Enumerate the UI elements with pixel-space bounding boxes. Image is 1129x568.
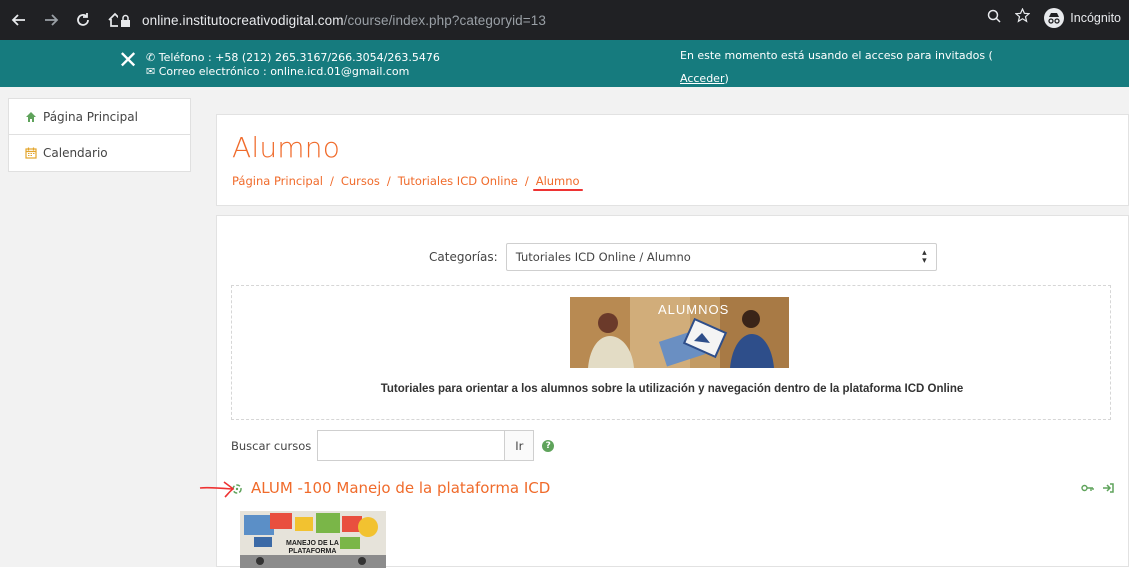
star-icon[interactable] bbox=[1014, 7, 1031, 28]
phone-icon: ✆ bbox=[146, 51, 159, 64]
search-go-button[interactable]: Ir bbox=[505, 430, 535, 461]
url-text: online.institutocreativodigital.com/cour… bbox=[142, 13, 546, 28]
help-icon[interactable]: ? bbox=[542, 439, 555, 452]
close-icon[interactable]: ✕ bbox=[118, 49, 138, 73]
zoom-icon[interactable] bbox=[987, 9, 1001, 28]
category-selected-value: Tutoriales ICD Online / Alumno bbox=[515, 250, 691, 264]
login-link[interactable]: Acceder bbox=[680, 72, 724, 85]
lock-icon bbox=[118, 14, 132, 28]
course-image[interactable]: MANEJO DE LA PLATAFORMA bbox=[240, 511, 386, 568]
reload-icon[interactable] bbox=[70, 7, 96, 33]
description-text: Tutoriales para orientar a los alumnos s… bbox=[380, 383, 964, 395]
course-list-item: ALUM -100 Manejo de la plataforma ICD bbox=[231, 479, 550, 497]
phone-text: Teléfono : +58 (212) 265.3167/266.3054/2… bbox=[158, 51, 440, 64]
category-select[interactable]: Tutoriales ICD Online / Alumno ▴ ▾ bbox=[505, 243, 937, 271]
incognito-label: Incógnito bbox=[1070, 11, 1121, 25]
self-enrol-icon[interactable] bbox=[1102, 480, 1114, 498]
sidebar-item-label: Página Principal bbox=[43, 109, 138, 124]
banner-text: ALUMNOS bbox=[658, 302, 730, 317]
home-icon bbox=[25, 111, 37, 123]
breadcrumb-item-current[interactable]: Alumno bbox=[532, 174, 583, 191]
select-arrows-icon: ▴ ▾ bbox=[922, 248, 927, 266]
course-actions bbox=[1081, 480, 1114, 498]
sidebar-menu: Página Principal Calendario bbox=[8, 98, 191, 172]
page-header: Alumno Página Principal / Cursos / Tutor… bbox=[216, 114, 1129, 206]
category-content: Categorías: Tutoriales ICD Online / Alum… bbox=[216, 215, 1129, 568]
red-underline-annotation bbox=[532, 189, 583, 191]
category-selector: Categorías: Tutoriales ICD Online / Alum… bbox=[429, 243, 937, 271]
category-label: Categorías: bbox=[429, 250, 498, 264]
address-bar[interactable]: online.institutocreativodigital.com/cour… bbox=[118, 8, 1118, 33]
sidebar-item-home[interactable]: Página Principal bbox=[9, 99, 190, 135]
category-description: ALUMNOS Tutoriales para orientar a los a… bbox=[231, 285, 1111, 420]
forward-icon[interactable] bbox=[38, 7, 64, 33]
email-text: Correo electrónico : online.icd.01@gmail… bbox=[158, 65, 410, 78]
sidebar-item-calendar[interactable]: Calendario bbox=[9, 135, 190, 171]
breadcrumb-item-courses[interactable]: Cursos bbox=[341, 174, 380, 188]
sidebar: Página Principal Calendario bbox=[0, 87, 204, 567]
breadcrumb-item-tutorials[interactable]: Tutoriales ICD Online bbox=[398, 174, 518, 188]
incognito-badge[interactable]: Incógnito bbox=[1044, 8, 1121, 28]
incognito-icon bbox=[1044, 8, 1065, 28]
course-link[interactable]: ALUM -100 Manejo de la plataforma ICD bbox=[251, 479, 550, 497]
sidebar-item-label: Calendario bbox=[43, 146, 108, 160]
guest-key-icon[interactable] bbox=[1081, 480, 1094, 498]
search-label: Buscar cursos bbox=[231, 438, 312, 453]
course-image-text: MANEJO DE LA PLATAFORMA bbox=[286, 540, 339, 555]
contact-info: ✆ Teléfono : +58 (212) 265.3167/266.3054… bbox=[146, 51, 440, 79]
course-search: Buscar cursos Ir ? bbox=[231, 430, 555, 461]
guest-notice: En este momento está usando el acceso pa… bbox=[680, 49, 993, 85]
calendar-icon bbox=[25, 147, 37, 159]
red-arrow-annotation bbox=[198, 476, 236, 503]
browser-toolbar: online.institutocreativodigital.com/cour… bbox=[0, 0, 1129, 40]
search-input[interactable] bbox=[317, 430, 506, 461]
alumnos-banner-image: ALUMNOS bbox=[570, 297, 789, 368]
back-icon[interactable] bbox=[6, 7, 32, 33]
site-header: ✕ ✆ Teléfono : +58 (212) 265.3167/266.30… bbox=[0, 40, 1129, 87]
page-title: Alumno bbox=[232, 131, 341, 164]
breadcrumb-item-home[interactable]: Página Principal bbox=[232, 174, 323, 188]
mail-icon: ✉ bbox=[146, 65, 159, 78]
breadcrumb: Página Principal / Cursos / Tutoriales I… bbox=[232, 174, 583, 191]
